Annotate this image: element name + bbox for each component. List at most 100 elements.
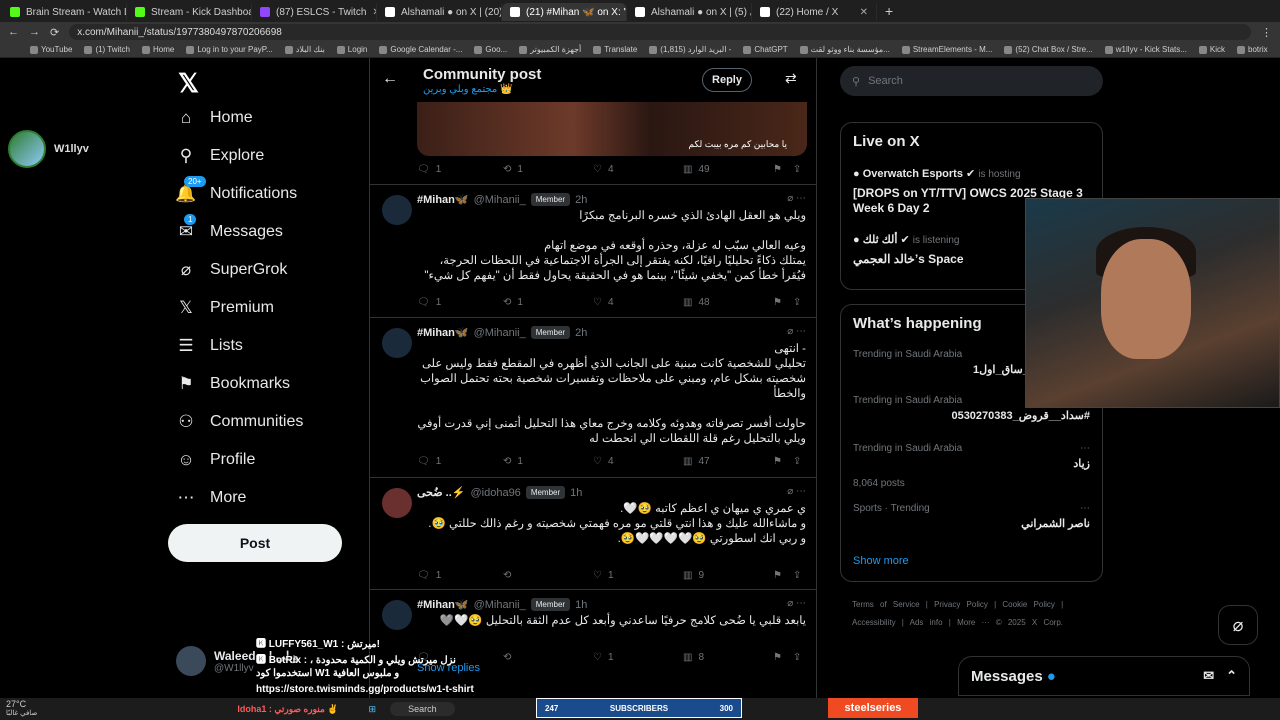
avatar[interactable] bbox=[382, 488, 412, 518]
trend-item[interactable]: Trending in Saudi Arabia ⋯ زياد 8,064 posts bbox=[853, 443, 1090, 489]
share-icon[interactable]: ⇪ bbox=[793, 652, 801, 663]
action-views[interactable]: ▥ 8 bbox=[683, 652, 704, 663]
bookmark-icon[interactable]: ⚑ bbox=[773, 456, 782, 467]
x-logo-icon[interactable]: 𝕏 bbox=[178, 68, 199, 99]
tweet-handle[interactable]: @Mihanii_ bbox=[474, 599, 526, 611]
tweet-time[interactable]: 2h bbox=[575, 194, 587, 206]
bookmark-icon[interactable]: ⚑ bbox=[773, 652, 782, 663]
action-reposts[interactable]: ⟲ 1 bbox=[503, 297, 523, 308]
bookmark-item[interactable]: StreamElements - M... bbox=[901, 45, 992, 54]
sidebar-item-notifications[interactable]: 🔔 20+ Notifications bbox=[175, 176, 297, 204]
back-nav-icon[interactable]: ← bbox=[8, 26, 19, 38]
grok-icon[interactable]: ⌀ bbox=[1218, 605, 1258, 645]
browser-tab[interactable]: (87) ESLCS - Twitch✕ bbox=[252, 3, 377, 21]
browser-tab[interactable]: (22) Home / X ✕ bbox=[752, 3, 877, 21]
action-reposts[interactable]: ⟲ bbox=[503, 652, 517, 663]
bookmark-item[interactable]: Home bbox=[141, 45, 174, 54]
browser-tab[interactable]: Alshamali ● on X | وبلي (20)✕ bbox=[377, 3, 502, 21]
search-input[interactable]: ⚲ Search bbox=[840, 66, 1103, 96]
new-tab-icon[interactable]: + bbox=[877, 3, 901, 19]
bookmark-item[interactable]: Log in to your PayP... bbox=[186, 45, 273, 54]
action-likes[interactable]: ♡ 4 bbox=[593, 164, 614, 175]
bookmark-item[interactable]: مؤسسة بناء ووثو لقت... bbox=[799, 45, 890, 54]
avatar[interactable] bbox=[382, 328, 412, 358]
action-likes[interactable]: ♡ 1 bbox=[593, 652, 614, 663]
community-name[interactable]: مجتمع وبلي وبرين 👑 bbox=[423, 84, 513, 95]
sort-options-icon[interactable]: ⇄ bbox=[785, 70, 797, 87]
bookmark-item[interactable]: YouTube bbox=[30, 45, 72, 54]
reply-button[interactable]: Reply bbox=[702, 68, 752, 92]
sidebar-item-premium[interactable]: 𝕏 Premium bbox=[176, 298, 274, 318]
bookmark-item[interactable]: Kick bbox=[1198, 45, 1225, 54]
sidebar-item-explore[interactable]: ⚲ Explore bbox=[176, 146, 264, 166]
action-likes[interactable]: ♡ 4 bbox=[593, 297, 614, 308]
sidebar-item-lists[interactable]: ☰ Lists bbox=[176, 336, 243, 356]
tweet-time[interactable]: 1h bbox=[570, 487, 582, 499]
bookmark-item[interactable]: w1llyv - Kick Stats... bbox=[1104, 45, 1187, 54]
tweet-author-name[interactable]: #Mihan🦋 bbox=[417, 193, 469, 206]
more-options-icon[interactable]: ⌀ ⋯ bbox=[787, 193, 806, 204]
action-reposts[interactable]: ⟲ 1 bbox=[503, 456, 523, 467]
weather-widget[interactable]: 27°C صافي غالبًا bbox=[6, 700, 37, 718]
bookmark-item[interactable]: (52) Chat Box / Stre... bbox=[1004, 45, 1093, 54]
tweet-author-name[interactable]: #Mihan🦋 bbox=[417, 326, 469, 339]
bookmark-item[interactable]: Google Calendar -... bbox=[379, 45, 462, 54]
action-likes[interactable]: ♡ 1 bbox=[593, 570, 614, 581]
bookmark-item[interactable]: Goo... bbox=[474, 45, 507, 54]
footer-links[interactable]: Terms of Service | Privacy Policy | Cook… bbox=[852, 596, 1092, 632]
action-views[interactable]: ▥ 9 bbox=[683, 570, 704, 581]
action-replies[interactable]: 🗨 1 bbox=[417, 570, 441, 581]
more-options-icon[interactable]: ⌀ ⋯ bbox=[787, 486, 806, 497]
trend-more-icon[interactable]: ⋯ bbox=[1080, 443, 1090, 454]
share-icon[interactable]: ⇪ bbox=[793, 164, 801, 175]
tweet-handle[interactable]: @idoha96 bbox=[470, 487, 520, 499]
tweet-handle[interactable]: @Mihanii_ bbox=[474, 194, 526, 206]
sidebar-item-more[interactable]: ⋯ More bbox=[176, 488, 247, 508]
browser-tab[interactable]: Stream - Kick Dashboard✕ bbox=[127, 3, 252, 21]
bookmark-item[interactable]: botrix bbox=[1237, 45, 1268, 54]
tweet-author-name[interactable]: #Mihan🦋 bbox=[417, 598, 469, 611]
action-replies[interactable]: 🗨 1 bbox=[417, 164, 441, 175]
tweet-handle[interactable]: @Mihanii_ bbox=[474, 327, 526, 339]
action-reposts[interactable]: ⟲ 1 bbox=[503, 164, 523, 175]
post-button[interactable]: Post bbox=[168, 524, 342, 562]
tweet[interactable]: #Mihan🦋 @Mihanii_ Member 2h ⌀ ⋯ - انتهى تحليل… bbox=[370, 317, 816, 477]
tweet-author-name[interactable]: ضُحى ..⚡ bbox=[417, 486, 465, 499]
more-options-icon[interactable]: ⌀ ⋯ bbox=[787, 598, 806, 609]
tweet[interactable]: ضُحى ..⚡ @idoha96 Member 1h ⌀ ⋯ ي عمري ي ميها… bbox=[370, 477, 816, 589]
bookmark-icon[interactable]: ⚑ bbox=[773, 164, 782, 175]
post-media-image[interactable]: يا محابين كم مره بيبت لكم bbox=[417, 102, 807, 156]
more-options-icon[interactable]: ⌀ ⋯ bbox=[787, 326, 806, 337]
action-views[interactable]: ▥ 47 bbox=[683, 456, 710, 467]
sidebar-item-home[interactable]: ⌂ Home bbox=[176, 108, 253, 128]
bookmark-icon[interactable]: ⚑ bbox=[773, 297, 782, 308]
trend-more-icon[interactable]: ⋯ bbox=[1080, 503, 1090, 514]
bookmark-item[interactable]: Login bbox=[336, 45, 367, 54]
forward-nav-icon[interactable]: → bbox=[29, 26, 40, 38]
share-icon[interactable]: ⇪ bbox=[793, 456, 801, 467]
sidebar-item-communities[interactable]: ⚇ Communities bbox=[176, 412, 303, 432]
share-icon[interactable]: ⇪ bbox=[793, 570, 801, 581]
action-replies[interactable]: 🗨 1 bbox=[417, 456, 441, 467]
close-tab-icon[interactable]: ✕ bbox=[860, 7, 868, 18]
action-views[interactable]: ▥ 49 bbox=[683, 164, 710, 175]
browser-tab[interactable]: (21) #Mihan 🦋 on X: "- 5#✕ bbox=[502, 3, 627, 21]
extensions-icon[interactable]: ⋮ bbox=[1261, 26, 1272, 39]
bookmark-icon[interactable]: ⚑ bbox=[773, 570, 782, 581]
share-icon[interactable]: ⇪ bbox=[793, 297, 801, 308]
trend-item[interactable]: Sports · Trending ⋯ ناصر الشمراني bbox=[853, 503, 1090, 530]
sidebar-item-supergrok[interactable]: ⌀ SuperGrok bbox=[176, 260, 288, 280]
reload-icon[interactable]: ⟳ bbox=[50, 26, 59, 39]
tweet-time[interactable]: 1h bbox=[575, 599, 587, 611]
sidebar-item-messages[interactable]: ✉ 1 Messages bbox=[176, 214, 283, 242]
browser-tab[interactable]: Brain Stream - Watch Live on K✕ bbox=[2, 3, 127, 21]
collapse-icon[interactable]: ⌃ bbox=[1226, 668, 1237, 684]
bookmark-item[interactable]: بنك البلاد bbox=[284, 45, 325, 54]
bookmark-item[interactable]: أجهزة الكمبيوتر bbox=[519, 45, 581, 54]
action-reposts[interactable]: ⟲ bbox=[503, 570, 517, 581]
bookmark-item[interactable]: (1) Twitch bbox=[84, 45, 130, 54]
back-arrow-icon[interactable]: ← bbox=[382, 70, 398, 88]
show-more-link[interactable]: Show more bbox=[853, 555, 909, 567]
bookmark-item[interactable]: Translate bbox=[593, 45, 637, 54]
url-input[interactable]: x.com/Mihanii_/status/197738049787020669… bbox=[69, 24, 1251, 40]
